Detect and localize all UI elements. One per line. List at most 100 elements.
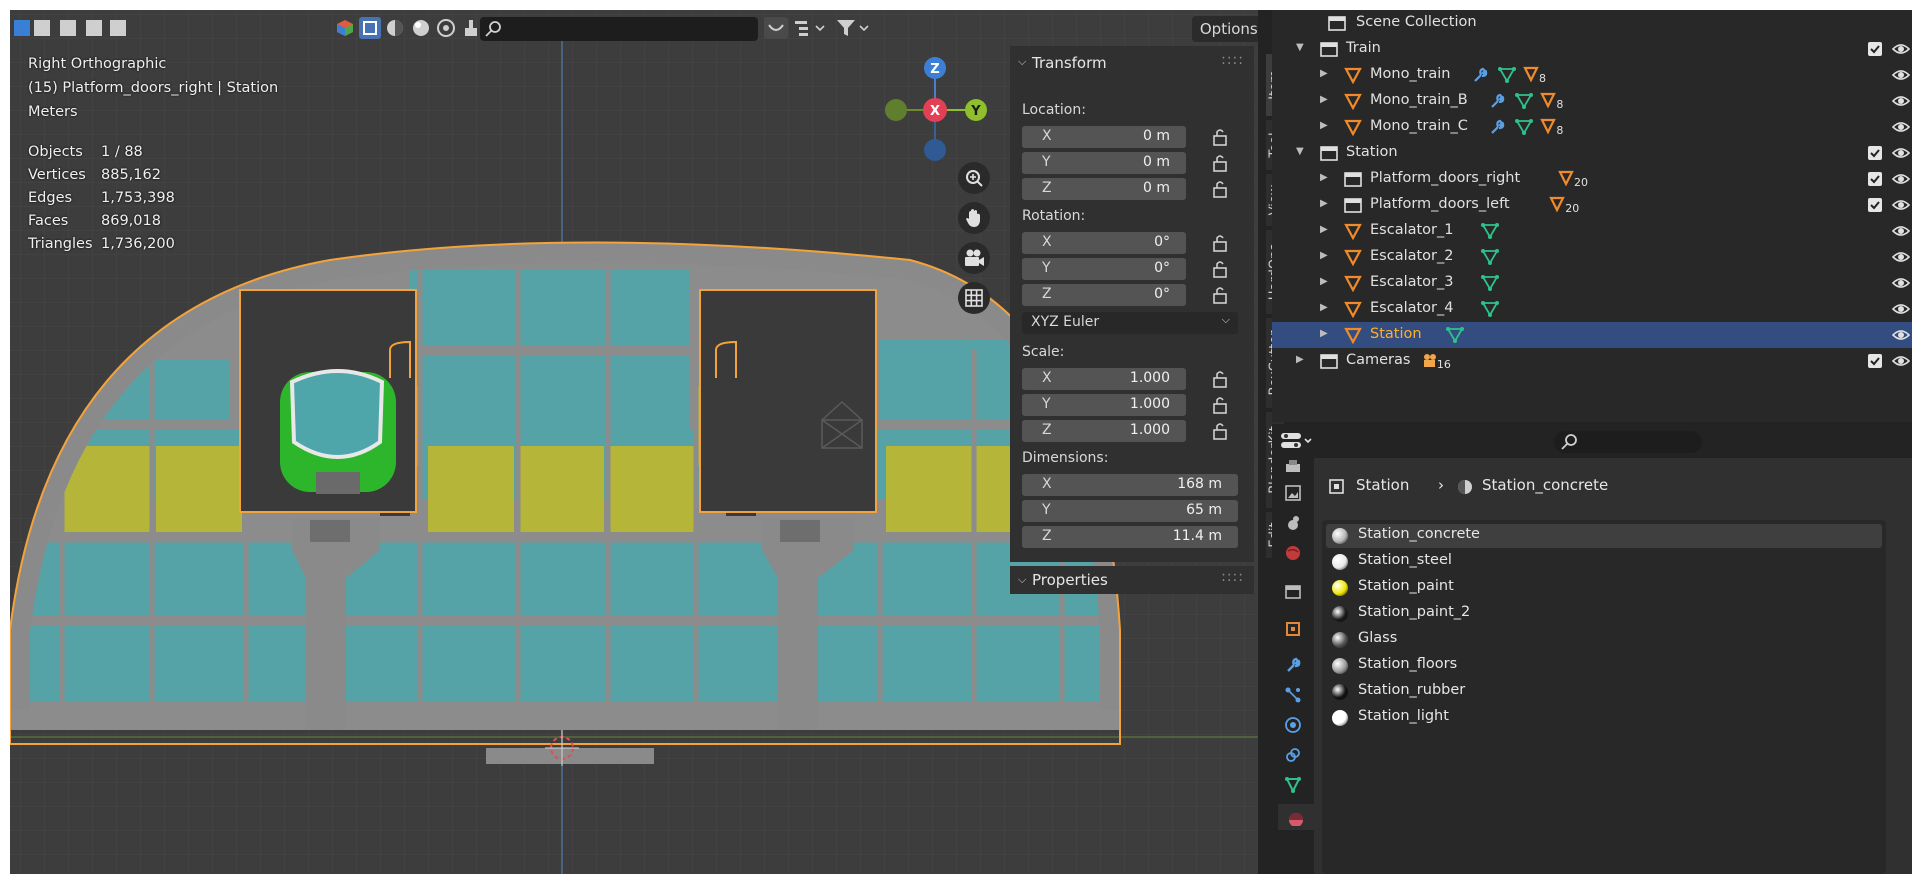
eye-icon[interactable] [1892, 301, 1910, 317]
collection-checkbox[interactable] [1868, 146, 1882, 160]
outliner[interactable]: Scene Collection ▼ Train ▶ Mono_train 8 ▶ Mono… [1272, 10, 1912, 422]
lock-icon[interactable] [1210, 370, 1230, 388]
expand-right-icon[interactable]: ▶ [1320, 172, 1328, 183]
collection-checkbox[interactable] [1868, 42, 1882, 56]
outliner-row[interactable]: ▼ Station [1272, 140, 1912, 166]
tab-scene[interactable] [1282, 512, 1304, 534]
expand-down-icon[interactable]: ▼ [1296, 42, 1304, 53]
expand-right-icon[interactable]: ▶ [1320, 250, 1328, 261]
collection-checkbox[interactable] [1868, 198, 1882, 212]
wrench-icon[interactable] [1471, 65, 1491, 85]
select-mode-icons[interactable] [14, 16, 126, 40]
lock-icon[interactable] [1210, 180, 1230, 198]
eye-icon[interactable] [1892, 275, 1910, 291]
dimensions-z-field[interactable]: Z 11.4 m [1022, 526, 1238, 548]
paint-brush-icon[interactable] [460, 17, 482, 39]
material-slot[interactable]: Station_rubber [1326, 680, 1882, 704]
dimensions-x-field[interactable]: X 168 m [1022, 474, 1238, 496]
vertex-group-icon[interactable] [1514, 117, 1534, 137]
rotation-y-field[interactable]: Y 0° [1022, 258, 1186, 280]
vertex-group-icon[interactable] [1480, 247, 1500, 267]
camera-view-button[interactable] [958, 242, 990, 274]
properties-search-input[interactable] [1554, 431, 1702, 453]
outliner-row[interactable]: ▶ Escalator_2 [1272, 244, 1912, 270]
expand-right-icon[interactable]: ▶ [1320, 302, 1328, 313]
outliner-row[interactable]: ▶ Escalator_4 [1272, 296, 1912, 322]
eye-icon[interactable] [1892, 223, 1910, 239]
scene-collection-row[interactable]: Scene Collection [1272, 10, 1912, 36]
tab-data[interactable] [1282, 774, 1304, 796]
tab-physics[interactable] [1282, 714, 1304, 736]
outliner-row[interactable]: ▶ Escalator_1 [1272, 218, 1912, 244]
lock-icon[interactable] [1210, 422, 1230, 440]
tab-object[interactable] [1282, 618, 1304, 640]
material-slot[interactable]: Station_floors [1326, 654, 1882, 678]
expand-right-icon[interactable]: ▶ [1320, 120, 1328, 131]
eye-icon[interactable] [1892, 197, 1910, 213]
viewport-search-input[interactable] [480, 17, 758, 41]
lock-icon[interactable] [1210, 128, 1230, 146]
material-slot[interactable]: Station_paint_2 [1326, 602, 1882, 626]
eye-icon[interactable] [1892, 67, 1910, 83]
expand-right-icon[interactable]: ▶ [1320, 68, 1328, 79]
expand-right-icon[interactable]: ▶ [1320, 276, 1328, 287]
ortho-toggle-button[interactable] [958, 282, 990, 314]
vertex-group-icon[interactable] [1480, 299, 1500, 319]
scale-y-field[interactable]: Y 1.000 [1022, 394, 1186, 416]
material-slot[interactable]: Station_concrete [1326, 524, 1882, 548]
outliner-row[interactable]: ▶ Station [1272, 322, 1912, 348]
filter-icon[interactable] [834, 17, 874, 39]
tab-modifiers[interactable] [1282, 654, 1304, 676]
material-slot[interactable]: Station_light [1326, 706, 1882, 730]
outliner-row[interactable]: ▶ Escalator_3 [1272, 270, 1912, 296]
train-model[interactable] [280, 369, 396, 494]
overlay-icon[interactable] [435, 17, 457, 39]
drag-handle-icon[interactable]: :::: [1221, 52, 1244, 68]
vertex-group-icon[interactable] [1480, 221, 1500, 241]
curve-icon[interactable] [764, 17, 788, 39]
vertex-group-icon[interactable] [1497, 65, 1517, 85]
expand-right-icon[interactable]: ▶ [1320, 94, 1328, 105]
expand-right-icon[interactable]: ▶ [1320, 198, 1328, 209]
outliner-row[interactable]: ▶ Mono_train 8 [1272, 62, 1912, 88]
eye-icon[interactable] [1892, 119, 1910, 135]
rotation-z-field[interactable]: Z 0° [1022, 284, 1186, 306]
drag-handle-icon[interactable]: :::: [1221, 569, 1244, 585]
wrench-icon[interactable] [1488, 117, 1508, 137]
wrench-icon[interactable] [1488, 91, 1508, 111]
material-slot[interactable]: Station_paint [1326, 576, 1882, 600]
eye-icon[interactable] [1892, 171, 1910, 187]
gizmo-toggle-icon[interactable] [334, 17, 356, 39]
lock-icon[interactable] [1210, 234, 1230, 252]
eye-icon[interactable] [1892, 327, 1910, 343]
location-y-field[interactable]: Y0 m [1022, 152, 1186, 174]
chevron-down-icon[interactable]: ⌵ [1018, 55, 1026, 69]
lock-icon[interactable] [1210, 154, 1230, 172]
material-shading-icon[interactable] [384, 17, 406, 39]
zoom-button[interactable] [958, 162, 990, 194]
location-z-field[interactable]: Z0 m [1022, 178, 1186, 200]
outliner-row[interactable]: ▶ Cameras 16 [1272, 348, 1912, 374]
lock-icon[interactable] [1210, 396, 1230, 414]
scale-x-field[interactable]: X 1.000 [1022, 368, 1186, 390]
scale-z-field[interactable]: Z 1.000 [1022, 420, 1186, 442]
vertex-group-icon[interactable] [1514, 91, 1534, 111]
collection-checkbox[interactable] [1868, 172, 1882, 186]
lock-icon[interactable] [1210, 260, 1230, 278]
hierarchy-filter-icon[interactable] [792, 17, 832, 39]
properties-editor[interactable]: Station › Station_concrete Station_concr… [1272, 424, 1912, 874]
pan-button[interactable] [958, 202, 990, 234]
selection-mode-buttons[interactable] [14, 16, 126, 40]
editor-type-dropdown[interactable] [1280, 430, 1314, 452]
material-slot[interactable]: Glass [1326, 628, 1882, 652]
transform-panel-title[interactable]: Transform [1032, 54, 1107, 72]
rendered-shading-icon[interactable] [410, 17, 432, 39]
outliner-row[interactable]: ▶ Mono_train_B 8 [1272, 88, 1912, 114]
material-slot[interactable]: Station_steel [1326, 550, 1882, 574]
options-button[interactable]: Options ⌵ [1192, 16, 1258, 42]
tab-constraints[interactable] [1282, 744, 1304, 766]
vertex-group-icon[interactable] [1445, 325, 1465, 345]
eye-icon[interactable] [1892, 353, 1910, 369]
outliner-row[interactable]: ▼ Train [1272, 36, 1912, 62]
eye-icon[interactable] [1892, 41, 1910, 57]
